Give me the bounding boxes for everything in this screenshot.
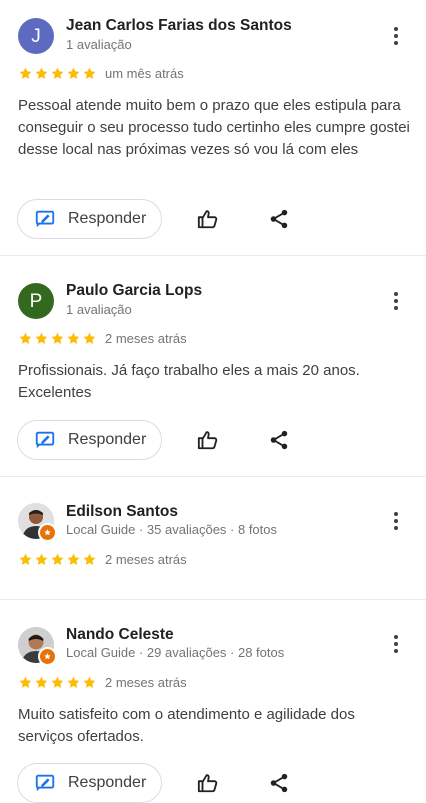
local-guide-badge-icon — [38, 647, 57, 666]
reply-label: Responder — [68, 431, 147, 448]
rating-row: um mês atrás — [18, 66, 184, 81]
reply-button[interactable]: Responder — [17, 420, 162, 460]
avatar[interactable] — [18, 503, 57, 542]
star-icon — [66, 552, 81, 567]
rating-row: 2 meses atrás — [18, 552, 187, 567]
reviewer-meta: 1 avaliação — [66, 302, 132, 317]
rating-row: 2 meses atrás — [18, 675, 187, 690]
divider — [0, 476, 426, 477]
star-icon — [82, 331, 97, 346]
like-icon[interactable] — [197, 429, 219, 451]
review-time: um mês atrás — [105, 66, 184, 81]
star-icon — [50, 675, 65, 690]
reply-button[interactable]: Responder — [17, 199, 162, 239]
star-icon — [66, 66, 81, 81]
reviewer-meta: Local Guide · 29 avaliações · 28 fotos — [66, 645, 285, 660]
reviewer-name[interactable]: Jean Carlos Farias dos Santos — [66, 17, 292, 35]
reply-icon — [34, 429, 56, 451]
avatar-letter: P — [29, 290, 43, 312]
divider — [0, 599, 426, 600]
star-icon — [82, 552, 97, 567]
reviewer-name[interactable]: Nando Celeste — [66, 626, 174, 644]
review-text: Muito satisfeito com o atendimento e agi… — [18, 706, 355, 745]
star-rating — [18, 552, 97, 567]
reviewer-meta: Local Guide · 35 avaliações · 8 fotos — [66, 522, 278, 537]
avatar[interactable]: P — [18, 283, 54, 319]
like-icon[interactable] — [197, 772, 219, 794]
review-time: 2 meses atrás — [105, 552, 187, 567]
review-text: Profissionais. Já faço trabalho eles a m… — [18, 362, 360, 401]
rating-row: 2 meses atrás — [18, 331, 187, 346]
star-icon — [50, 66, 65, 81]
star-icon — [18, 675, 33, 690]
star-icon — [34, 66, 49, 81]
reviewer-name[interactable]: Paulo Garcia Lops — [66, 282, 202, 300]
share-icon[interactable] — [268, 429, 290, 451]
more-options-icon[interactable] — [386, 24, 406, 48]
reply-label: Responder — [68, 210, 147, 227]
star-icon — [34, 331, 49, 346]
reviewer-name[interactable]: Edilson Santos — [66, 503, 178, 521]
review-time: 2 meses atrás — [105, 331, 187, 346]
more-options-icon[interactable] — [386, 289, 406, 313]
avatar[interactable]: J — [18, 18, 54, 54]
reply-button[interactable]: Responder — [17, 763, 162, 803]
star-icon — [50, 552, 65, 567]
review-time: 2 meses atrás — [105, 675, 187, 690]
star-icon — [50, 331, 65, 346]
reviewer-meta: 1 avaliação — [66, 37, 132, 52]
star-icon — [82, 66, 97, 81]
star-icon — [18, 331, 33, 346]
star-icon — [34, 675, 49, 690]
avatar-letter: J — [31, 25, 41, 47]
star-rating — [18, 675, 97, 690]
star-icon — [18, 66, 33, 81]
share-icon[interactable] — [268, 208, 290, 230]
local-guide-badge-icon — [38, 523, 57, 542]
reply-label: Responder — [68, 774, 147, 791]
star-icon — [66, 675, 81, 690]
star-icon — [18, 552, 33, 567]
reply-icon — [34, 208, 56, 230]
star-rating — [18, 66, 97, 81]
more-options-icon[interactable] — [386, 509, 406, 533]
star-icon — [82, 675, 97, 690]
star-rating — [18, 331, 97, 346]
review-text: Pessoal atende muito bem o prazo que ele… — [18, 97, 410, 158]
divider — [0, 255, 426, 256]
more-options-icon[interactable] — [386, 632, 406, 656]
share-icon[interactable] — [268, 772, 290, 794]
avatar[interactable] — [18, 627, 57, 666]
star-icon — [66, 331, 81, 346]
like-icon[interactable] — [197, 208, 219, 230]
star-icon — [34, 552, 49, 567]
reply-icon — [34, 772, 56, 794]
